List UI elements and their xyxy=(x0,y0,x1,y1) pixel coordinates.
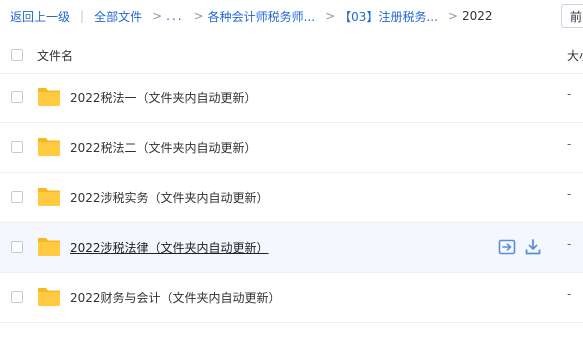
file-size: - xyxy=(567,87,572,101)
folder-icon xyxy=(38,88,60,106)
move-to-icon[interactable] xyxy=(498,238,516,256)
file-name[interactable]: 2022涉税实务（文件夹内自动更新） xyxy=(70,189,269,206)
breadcrumb-divider: | xyxy=(80,9,85,23)
file-name[interactable]: 2022税法一（文件夹内自动更新） xyxy=(70,89,257,106)
toolbar-button[interactable]: 前 xyxy=(561,4,583,28)
chevron-right-icon: > xyxy=(193,9,204,23)
folder-icon xyxy=(38,288,60,306)
folder-icon xyxy=(38,138,60,156)
back-link[interactable]: 返回上一级 xyxy=(10,8,70,25)
row-checkbox[interactable] xyxy=(11,191,23,203)
file-row[interactable]: 2022涉税实务（文件夹内自动更新） - xyxy=(0,173,583,223)
folder-icon xyxy=(38,188,60,206)
column-header-size[interactable]: 大小 xyxy=(567,47,583,64)
chevron-right-icon: > xyxy=(325,9,336,23)
chevron-right-icon: > xyxy=(152,9,163,23)
file-row[interactable]: 2022涉税法律（文件夹内自动更新） - xyxy=(0,223,583,273)
folder-icon xyxy=(38,238,60,256)
list-header: 文件名 大小 xyxy=(0,37,583,74)
column-header-name[interactable]: 文件名 xyxy=(37,47,73,64)
chevron-right-icon: > xyxy=(447,9,458,23)
breadcrumb: 返回上一级 | 全部文件 > ... > 各种会计师税务师... > 【03】注… xyxy=(0,0,583,32)
row-checkbox[interactable] xyxy=(11,291,23,303)
file-size: - xyxy=(567,287,572,301)
file-size: - xyxy=(567,187,572,201)
breadcrumb-level-1[interactable]: 各种会计师税务师... xyxy=(208,8,315,25)
file-size: - xyxy=(567,137,572,151)
file-row[interactable]: 2022财务与会计（文件夹内自动更新） - xyxy=(0,273,583,323)
select-all-checkbox[interactable] xyxy=(11,49,23,61)
file-name[interactable]: 2022税法二（文件夹内自动更新） xyxy=(70,139,257,156)
file-row[interactable]: 2022税法一（文件夹内自动更新） - xyxy=(0,73,583,123)
breadcrumb-level-2[interactable]: 【03】注册税务... xyxy=(339,8,438,25)
breadcrumb-ellipsis[interactable]: ... xyxy=(166,9,183,23)
row-checkbox[interactable] xyxy=(11,141,23,153)
file-name[interactable]: 2022财务与会计（文件夹内自动更新） xyxy=(70,289,281,306)
file-size: - xyxy=(567,237,572,251)
file-name[interactable]: 2022涉税法律（文件夹内自动更新） xyxy=(70,239,269,256)
row-checkbox[interactable] xyxy=(11,91,23,103)
file-browser: 返回上一级 | 全部文件 > ... > 各种会计师税务师... > 【03】注… xyxy=(0,0,583,338)
breadcrumb-current: 2022 xyxy=(461,9,493,23)
file-row[interactable]: 2022税法二（文件夹内自动更新） - xyxy=(0,123,583,173)
all-files-link[interactable]: 全部文件 xyxy=(94,8,142,25)
download-icon[interactable] xyxy=(524,238,542,256)
row-checkbox[interactable] xyxy=(11,241,23,253)
